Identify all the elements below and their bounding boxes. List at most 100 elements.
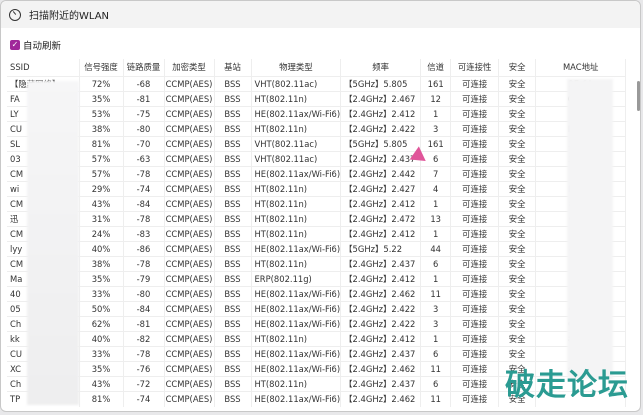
table-cell: 可连接: [450, 256, 500, 272]
table-cell: BSS: [214, 316, 252, 332]
table-cell: 安全: [498, 181, 537, 197]
column-header[interactable]: 加密类型: [164, 59, 215, 77]
table-cell: 11: [420, 361, 452, 377]
table-cell: 安全: [498, 136, 537, 152]
table-row[interactable]: SL 81% -70 CCMP(AES) BSS VHT(802.11ac) 【5GHz】5…: [7, 136, 627, 152]
table-cell: CCMP(AES): [164, 181, 215, 197]
auto-refresh-checkbox[interactable]: ✓: [10, 40, 20, 50]
table-cell: ERP(802.11g): [251, 271, 342, 287]
table-row[interactable]: wi 29% -74 CCMP(AES) BSS HT(802.11n) 【2.4GHz】2…: [7, 181, 627, 197]
column-header[interactable]: 可连接性: [450, 59, 500, 77]
table-cell: HT(802.11n): [251, 91, 342, 107]
column-header[interactable]: 安全: [498, 59, 537, 77]
table-cell: BSS: [214, 361, 252, 377]
table-row[interactable]: CU 33% -78 CCMP(AES) BSS HE(802.11ax/Wi-Fi6) 【…: [7, 346, 627, 362]
table-cell: 可连接: [450, 316, 500, 332]
table-cell: 38%: [79, 121, 124, 137]
table-cell: CCMP(AES): [164, 76, 215, 92]
clock-icon: [9, 8, 21, 21]
table-cell: CCMP(AES): [164, 91, 215, 107]
column-header[interactable]: 链路质量: [123, 59, 165, 77]
table-cell: CCMP(AES): [164, 226, 215, 242]
auto-refresh-label[interactable]: 自动刷新: [23, 38, 61, 52]
table-cell: 33%: [79, 286, 124, 302]
table-cell: -86: [123, 241, 165, 257]
table-cell: CCMP(AES): [164, 376, 215, 392]
table-cell: 可连接: [450, 331, 500, 347]
table-row[interactable]: 40 33% -80 CCMP(AES) BSS HE(802.11ax/Wi-Fi6) 【…: [7, 286, 627, 302]
scrollbar[interactable]: [637, 81, 640, 111]
column-header[interactable]: 基站: [214, 59, 252, 77]
table-cell: 【2.4GHz】2.427: [340, 181, 422, 197]
table-cell: BSS: [214, 91, 252, 107]
column-header[interactable]: SSID: [7, 59, 80, 77]
table-cell: 【2.4GHz】2.472: [340, 211, 422, 227]
table-cell: BSS: [214, 76, 252, 92]
table-cell: 1: [420, 331, 452, 347]
table-cell: 【5GHz】5.805: [340, 76, 422, 92]
table-cell: 安全: [498, 151, 537, 167]
column-header[interactable]: 频率: [340, 59, 422, 77]
table-row[interactable]: 05 50% -84 CCMP(AES) BSS HE(802.11ax/Wi-Fi6) 【…: [7, 301, 627, 317]
table-cell: HT(802.11n): [251, 331, 342, 347]
table-cell: 【2.4GHz】2.462: [340, 286, 422, 302]
table-cell: 53%: [79, 106, 124, 122]
table-cell: CCMP(AES): [164, 331, 215, 347]
table-cell: BSS: [214, 106, 252, 122]
table-cell: 50%: [79, 301, 124, 317]
table-cell: 11: [420, 286, 452, 302]
table-cell: 可连接: [450, 241, 500, 257]
table-row[interactable]: CM 38% -78 CCMP(AES) BSS HT(802.11n) 【2.4GHz】2…: [7, 256, 627, 272]
table-row[interactable]: Ma 35% -79 CCMP(AES) BSS ERP(802.11g) 【2.4GHz】…: [7, 271, 627, 287]
table-cell: 【2.4GHz】2.422: [340, 301, 422, 317]
table-cell: HT(802.11n): [251, 196, 342, 212]
table-cell: 1: [420, 106, 452, 122]
table-cell: BSS: [214, 196, 252, 212]
column-header[interactable]: MAC地址: [535, 59, 627, 77]
table-row[interactable]: 【隐藏网络】72%-68CCMP(AES)BSSVHT(802.11ac)【5G…: [7, 76, 627, 92]
table-row[interactable]: 迅 31% -78 CCMP(AES) BSS HT(802.11n) 【2.4GHz】2.…: [7, 211, 627, 227]
table-row[interactable]: lyy 40% -86 CCMP(AES) BSS HE(802.11ax/Wi-Fi6)…: [7, 241, 627, 257]
table-cell: HE(802.11ax/Wi-Fi6): [251, 286, 342, 302]
table-row[interactable]: CM 57% -78 CCMP(AES) BSS HE(802.11ax/Wi-Fi6) 【…: [7, 166, 627, 182]
table-cell: BSS: [214, 151, 252, 167]
table-row[interactable]: LY 53% -75 CCMP(AES) BSS HE(802.11ax/Wi-Fi6) 【…: [7, 106, 627, 122]
table-row[interactable]: CM 24% -83 CCMP(AES) BSS HT(802.11n) 【2.4GHz】2…: [7, 226, 627, 242]
table-cell: 可连接: [450, 271, 500, 287]
table-cell: 可连接: [450, 301, 500, 317]
column-header[interactable]: 物理类型: [251, 59, 342, 77]
table-cell: 安全: [498, 271, 537, 287]
table-cell: -78: [123, 166, 165, 182]
table-cell: BSS: [214, 181, 252, 197]
table-cell: 【2.4GHz】2.437: [340, 256, 422, 272]
table-cell: -81: [123, 91, 165, 107]
table-row[interactable]: FA 35% -81 CCMP(AES) BSS HT(802.11n) 【2.4GHz】2…: [7, 91, 627, 107]
table-row[interactable]: kk 40% -82 CCMP(AES) BSS HT(802.11n) 【2.4GHz】2…: [7, 331, 627, 347]
table-cell: BSS: [214, 121, 252, 137]
table-cell: 可连接: [450, 361, 500, 377]
table-cell: -74: [123, 391, 165, 407]
table-cell: 可连接: [450, 346, 500, 362]
table-cell: 62%: [79, 316, 124, 332]
table-cell: 35%: [79, 361, 124, 377]
column-header[interactable]: 信道: [420, 59, 452, 77]
table-cell: HE(802.11ax/Wi-Fi6): [251, 346, 342, 362]
table-cell: 安全: [498, 91, 537, 107]
column-header[interactable]: 信号强度: [79, 59, 124, 77]
table-cell: VHT(802.11ac): [251, 76, 342, 92]
table-row[interactable]: CM 43% -84 CCMP(AES) BSS HT(802.11n) 【2.4GHz】2…: [7, 196, 627, 212]
table-row[interactable]: CU 38% -80 CCMP(AES) BSS HT(802.11n) 【2.4GHz】2…: [7, 121, 627, 137]
table-cell: 1: [420, 271, 452, 287]
table-cell: 可连接: [450, 181, 500, 197]
table-cell: CCMP(AES): [164, 361, 215, 377]
table-cell: 【2.4GHz】2.462: [340, 391, 422, 407]
table-cell: BSS: [214, 256, 252, 272]
table-cell: 4: [420, 181, 452, 197]
table-row[interactable]: Ch 62% -81 CCMP(AES) BSS HE(802.11ax/Wi-Fi6) 【…: [7, 316, 627, 332]
table-cell: -74: [123, 181, 165, 197]
table-cell: CCMP(AES): [164, 316, 215, 332]
table-cell: 安全: [498, 346, 537, 362]
table-row[interactable]: 03 57% -63 CCMP(AES) BSS VHT(802.11ac) 【2.4GHz…: [7, 151, 627, 167]
table-cell: -78: [123, 211, 165, 227]
table-cell: -78: [123, 256, 165, 272]
